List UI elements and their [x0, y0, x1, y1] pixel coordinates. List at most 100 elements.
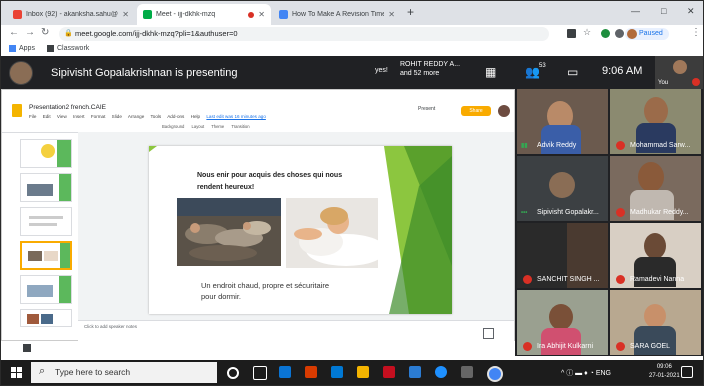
- last-edit-link[interactable]: Last edit was 16 minutes ago: [206, 114, 266, 119]
- menu-item[interactable]: File: [29, 114, 36, 119]
- camera-icon[interactable]: [567, 29, 576, 38]
- slide-thumbnail[interactable]: [20, 173, 72, 202]
- participant-tile[interactable]: Ramadevi Nanna: [610, 223, 701, 288]
- toolbar-button[interactable]: Theme: [211, 124, 224, 129]
- bookmark-apps[interactable]: Apps: [9, 45, 35, 52]
- toolbar-button[interactable]: Layout: [192, 124, 205, 129]
- system-tray[interactable]: ^ ⓘ ▬ ♦ ◔ ENG: [561, 368, 611, 378]
- reload-icon[interactable]: ↻: [41, 27, 49, 38]
- menu-item[interactable]: Help: [191, 114, 200, 119]
- close-window-button[interactable]: ✕: [687, 6, 695, 17]
- bookmark-label: Apps: [19, 45, 35, 52]
- menu-item[interactable]: Slide: [112, 114, 122, 119]
- participant-video: [644, 97, 668, 125]
- menu-kebab-icon[interactable]: ⋮: [691, 27, 701, 38]
- toolbar-button[interactable]: Background: [162, 124, 184, 129]
- document-title: Presentation2 french.CAIE: [29, 104, 106, 111]
- notification-icon[interactable]: [681, 366, 693, 378]
- classroom-icon: [47, 45, 54, 52]
- participant-tile[interactable]: ▮▮ Advik Reddy: [517, 89, 608, 154]
- participant-video: [638, 162, 664, 192]
- taskbar-app-icon[interactable]: [305, 366, 317, 378]
- taskbar-app-icon[interactable]: [383, 366, 395, 378]
- edge-icon[interactable]: [435, 366, 447, 378]
- puzzle-icon[interactable]: [615, 29, 624, 38]
- participant-tile[interactable]: ••• Sipivisht Gopalakr...: [517, 156, 608, 221]
- task-view-icon[interactable]: [253, 366, 267, 380]
- taskbar-clock[interactable]: 09:06 27-01-2021: [649, 363, 680, 381]
- profile-paused-button[interactable]: Paused: [625, 28, 669, 40]
- participant-tile[interactable]: SANCHIT SINGH ...: [517, 223, 608, 288]
- windows-taskbar: ⌕ Type here to search ^ ⓘ ▬ ♦ ◔ ENG 09:0…: [1, 360, 703, 385]
- forward-icon[interactable]: →: [25, 27, 35, 38]
- cortana-icon[interactable]: [227, 367, 239, 379]
- speaker-notes[interactable]: Click to add speaker notes: [78, 320, 514, 341]
- minimize-button[interactable]: —: [631, 6, 640, 16]
- mic-off-icon: [523, 342, 532, 351]
- close-icon[interactable]: ✕: [122, 10, 129, 19]
- layout-icon[interactable]: [23, 344, 31, 352]
- photo-people-sleeping: [177, 198, 281, 266]
- explore-icon[interactable]: [483, 328, 494, 339]
- url-text: meet.google.com/ijj-dkhk-mzq?pli=1&authu…: [75, 29, 238, 38]
- maximize-button[interactable]: □: [661, 6, 666, 16]
- chat-icon[interactable]: ▭: [567, 65, 578, 79]
- slide-thumbnail[interactable]: [20, 207, 72, 236]
- menu-item[interactable]: Add-ons: [167, 114, 184, 119]
- tab-meet[interactable]: Meet - ijj-dkhk-mzq ✕: [137, 4, 271, 25]
- tab-label: Inbox (92) - akanksha.sahu@the: [26, 11, 119, 18]
- menu-bar: File Edit View Insert Format Slide Arran…: [29, 114, 271, 119]
- url-input[interactable]: 🔒 meet.google.com/ijj-dkhk-mzq?pli=1&aut…: [59, 27, 549, 41]
- screen: Inbox (92) - akanksha.sahu@the ✕ Meet - …: [0, 0, 704, 386]
- store-icon[interactable]: [461, 366, 473, 378]
- people-icon[interactable]: 👥: [525, 65, 540, 79]
- menu-item[interactable]: View: [57, 114, 67, 119]
- tab-revision[interactable]: How To Make A Revision Timeta ✕: [273, 4, 401, 25]
- grid-layout-icon[interactable]: ▦: [485, 65, 496, 79]
- windows-start-icon[interactable]: [11, 367, 22, 378]
- bookmark-classwork[interactable]: Classwork: [47, 45, 89, 52]
- menu-item[interactable]: Tools: [150, 114, 161, 119]
- slide-thumbnail[interactable]: [20, 309, 72, 327]
- menu-item[interactable]: Format: [91, 114, 106, 119]
- participant-name: Ramadevi Nanna: [630, 276, 685, 283]
- chrome-icon[interactable]: [487, 366, 503, 382]
- page-icon: [279, 10, 288, 19]
- apps-icon: [9, 45, 16, 52]
- taskbar-app-icon[interactable]: [331, 366, 343, 378]
- participant-tile[interactable]: Ira Abhijit Kulkarni: [517, 290, 608, 355]
- extension-icon[interactable]: [601, 29, 610, 38]
- bookmarks-bar: Apps Classwork: [1, 43, 703, 56]
- address-bar-row: ← → ↻ 🔒 meet.google.com/ijj-dkhk-mzq?pli…: [1, 25, 703, 44]
- participant-tile[interactable]: SARA GOEL: [610, 290, 701, 355]
- star-icon[interactable]: ☆: [583, 27, 592, 37]
- slide-thumbnail[interactable]: [20, 275, 72, 304]
- back-icon[interactable]: ←: [9, 27, 19, 38]
- file-explorer-icon[interactable]: [357, 366, 369, 378]
- taskbar-app-icon[interactable]: [409, 366, 421, 378]
- current-slide[interactable]: Nous enir pour acquis des choses qui nou…: [149, 146, 452, 314]
- slide-thumbnail[interactable]: [20, 139, 72, 168]
- participant-tile[interactable]: Mohammad Sarw...: [610, 89, 701, 154]
- menu-item[interactable]: Edit: [43, 114, 51, 119]
- close-icon[interactable]: ✕: [388, 10, 395, 19]
- present-button[interactable]: Present: [418, 106, 435, 112]
- toolbar-button[interactable]: Transition: [231, 124, 249, 129]
- taskbar-app-icon[interactable]: [279, 366, 291, 378]
- share-button[interactable]: Share: [461, 106, 491, 116]
- tab-gmail[interactable]: Inbox (92) - akanksha.sahu@the ✕: [7, 4, 135, 25]
- self-video-tile[interactable]: You: [655, 56, 703, 89]
- menu-item[interactable]: Arrange: [128, 114, 144, 119]
- search-icon: ⌕: [39, 365, 46, 377]
- menu-item[interactable]: Insert: [73, 114, 85, 119]
- presenting-text: Sipivisht Gopalakrishnan is presenting: [51, 67, 238, 79]
- participant-name: Advik Reddy: [537, 142, 577, 149]
- close-icon[interactable]: ✕: [258, 10, 265, 19]
- participant-tile[interactable]: Madhukar Reddy...: [610, 156, 701, 221]
- taskbar-search-input[interactable]: ⌕ Type here to search: [31, 362, 217, 383]
- search-placeholder: Type here to search: [55, 367, 131, 377]
- new-tab-button[interactable]: +: [407, 5, 414, 19]
- language-indicator[interactable]: ENG: [596, 370, 611, 377]
- photo-woman-in-bed: [286, 198, 378, 268]
- slide-thumbnail-selected[interactable]: [20, 241, 72, 270]
